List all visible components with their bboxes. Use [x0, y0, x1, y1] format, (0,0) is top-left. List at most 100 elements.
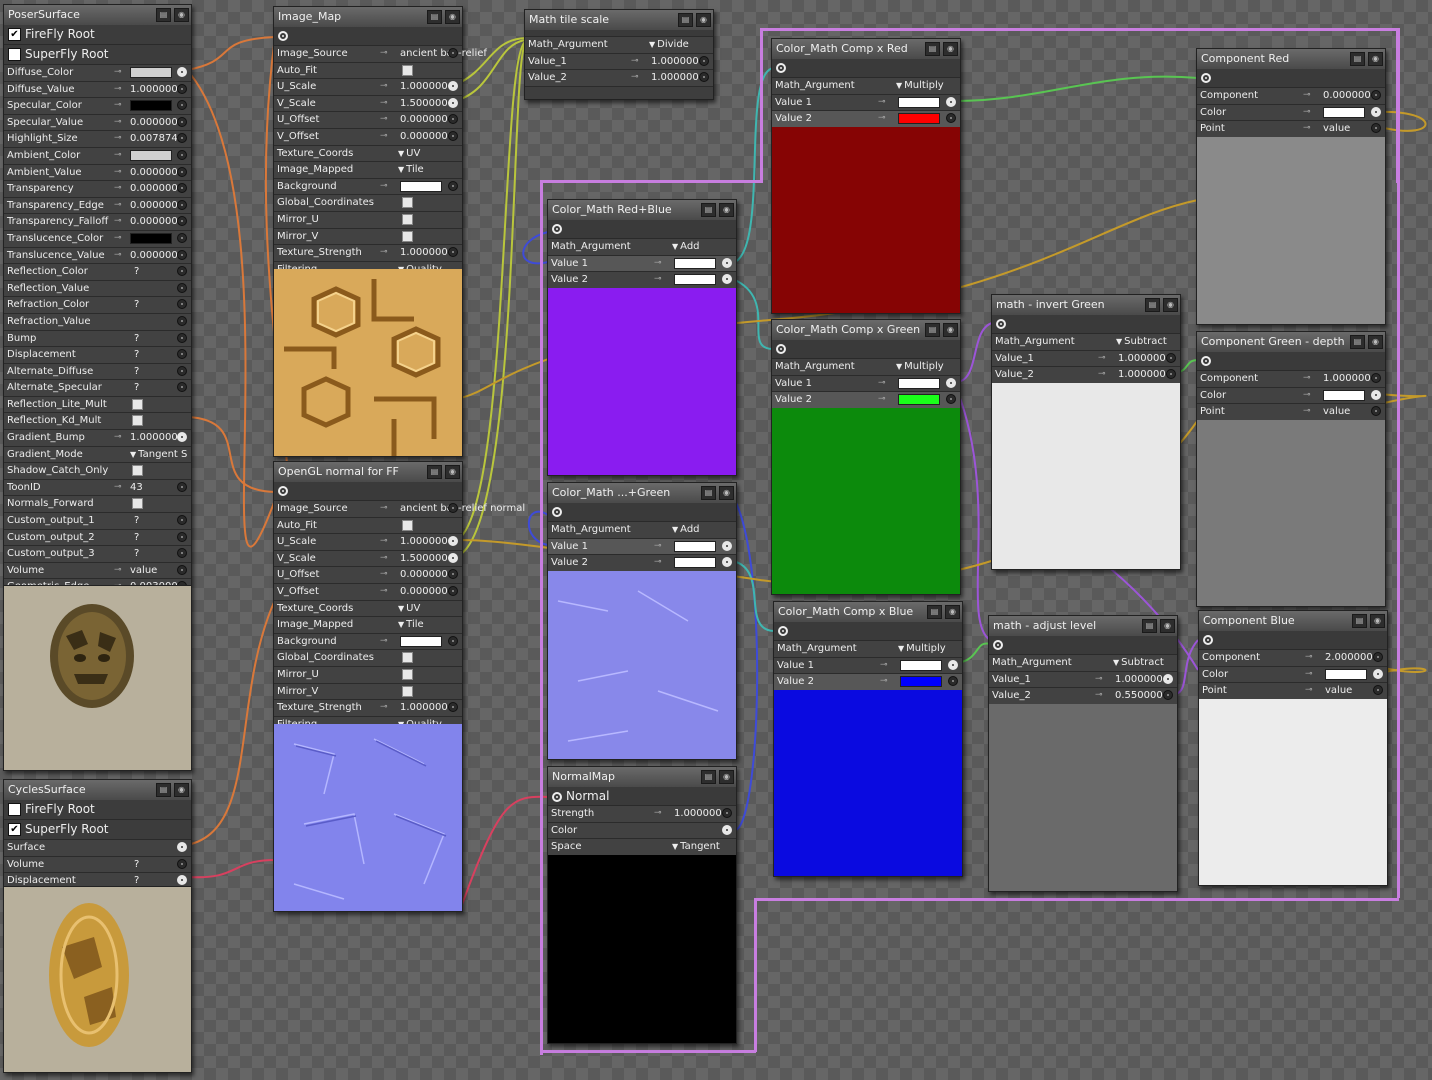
param-value[interactable]: ? [134, 364, 139, 380]
output-plug-icon[interactable] [776, 344, 786, 354]
key-icon[interactable]: ⊸ [380, 584, 388, 600]
output-plug-icon[interactable] [278, 486, 288, 496]
output-plug-row[interactable] [274, 27, 462, 46]
preview-toggle-icon[interactable]: ◉ [943, 323, 958, 337]
param-value[interactable]: 1.000000 [1115, 672, 1163, 688]
input-plug-icon[interactable] [448, 552, 458, 563]
key-icon[interactable]: ⊸ [114, 115, 122, 131]
param-value[interactable]: ? [134, 347, 139, 363]
param-value[interactable]: 1.500000 [400, 96, 448, 112]
key-icon[interactable]: ⊸ [114, 563, 122, 579]
key-icon[interactable]: ⊸ [1303, 388, 1311, 404]
key-icon[interactable]: ⊸ [880, 658, 888, 674]
preview-toggle-icon[interactable]: ◉ [719, 486, 734, 500]
collapse-icon[interactable]: ▤ [1142, 619, 1157, 633]
dropdown-select[interactable]: Multiply [896, 78, 944, 94]
key-icon[interactable]: ⊸ [1305, 650, 1313, 666]
param-row[interactable]: U_Offset ⊸ 0.000000 [274, 112, 462, 129]
param-row[interactable]: Math_Argument Multiply [772, 78, 960, 95]
param-row[interactable]: Volume? [4, 856, 191, 874]
param-value[interactable]: 2.000000 [1325, 650, 1373, 666]
param-value[interactable]: 0.000000 [400, 584, 448, 600]
checkbox[interactable] [402, 230, 413, 242]
input-plug-icon[interactable] [177, 382, 187, 393]
input-plug-icon[interactable] [1371, 90, 1381, 100]
input-plug-icon[interactable] [1371, 373, 1381, 383]
checkbox[interactable] [402, 652, 413, 664]
node-title[interactable]: Component Green - depth ▤ ◉ [1197, 332, 1385, 352]
preview-toggle-icon[interactable]: ◉ [945, 605, 960, 619]
param-value[interactable]: value [1325, 683, 1352, 699]
input-plug-icon[interactable] [448, 702, 458, 713]
output-plug-icon[interactable] [1203, 635, 1213, 645]
preview-toggle-icon[interactable]: ◉ [696, 13, 711, 27]
color-swatch[interactable] [898, 96, 940, 108]
input-plug-icon[interactable] [177, 133, 187, 144]
dropdown-select[interactable]: UV [398, 601, 420, 617]
param-row[interactable]: Gradient_Mode Tangent S [4, 446, 191, 464]
opengl-normal-node[interactable]: OpenGL normal for FF ▤ ◉ Image_Source ⊸ anc… [273, 461, 525, 912]
param-value[interactable]: value [1323, 404, 1350, 420]
param-value[interactable]: ? [134, 297, 139, 313]
param-row[interactable]: Image_Source ⊸ ancient bas-relief [274, 46, 487, 63]
input-plug-icon[interactable] [177, 432, 187, 443]
input-plug-icon[interactable] [1166, 352, 1176, 363]
key-icon[interactable]: ⊸ [878, 95, 886, 111]
param-row[interactable]: Image_Mapped Tile [274, 162, 462, 179]
output-plug-icon[interactable] [1201, 73, 1211, 83]
param-row[interactable]: Math_Argument Add [548, 522, 736, 539]
collapse-icon[interactable]: ▤ [1350, 52, 1365, 66]
input-plug-icon[interactable] [177, 232, 187, 243]
param-value[interactable]: 0.000000 [400, 129, 448, 145]
param-row[interactable]: Math_Argument Divide [525, 37, 713, 54]
key-icon[interactable]: ⊸ [1303, 105, 1311, 121]
input-plug-icon[interactable] [177, 564, 187, 575]
param-row[interactable]: Value_1 ⊸ 1.000000 [992, 350, 1180, 368]
param-value[interactable]: 1.000000 [1118, 367, 1166, 383]
dropdown-select[interactable]: Subtract [1116, 334, 1167, 350]
checkbox[interactable] [402, 685, 413, 697]
param-row[interactable]: Component ⊸ 2.000000 [1199, 650, 1387, 667]
param-row[interactable]: Translucence_Color ⊸ [4, 230, 191, 248]
param-row[interactable]: Math_Argument Subtract [989, 655, 1177, 672]
cycles-surface-node[interactable]: CyclesSurface ▤ ◉ FireFly Root ✔ SuperFly … [3, 779, 192, 1073]
param-row[interactable]: Global_Coordinates [274, 195, 462, 212]
input-plug-icon[interactable] [177, 116, 187, 127]
color-swatch[interactable] [1323, 106, 1365, 118]
checkbox[interactable] [402, 64, 413, 76]
node-title[interactable]: Math tile scale ▤ ◉ [525, 10, 713, 30]
param-row[interactable]: Auto_Fit [274, 62, 462, 80]
param-row[interactable]: Ambient_Value ⊸ 0.000000 [4, 164, 191, 182]
param-row[interactable]: Value 2 ⊸ [772, 111, 960, 128]
node-title[interactable]: math - adjust level ▤ ◉ [989, 616, 1177, 636]
param-row[interactable]: Translucence_Value ⊸ 0.000000 [4, 247, 191, 265]
preview-toggle-icon[interactable]: ◉ [174, 8, 189, 22]
input-plug-icon[interactable] [1373, 652, 1383, 662]
key-icon[interactable]: ⊸ [1303, 121, 1311, 137]
input-plug-icon[interactable] [1373, 668, 1383, 679]
param-row[interactable]: Value 2 ⊸ [548, 555, 736, 572]
dropdown-select[interactable]: Tile [398, 617, 424, 633]
param-value[interactable]: ancient bas-relief normal [400, 501, 525, 517]
param-value[interactable]: 1.000000 [1323, 371, 1371, 387]
firefly-root-option[interactable]: FireFly Root [4, 800, 191, 820]
key-icon[interactable]: ⊸ [380, 179, 388, 195]
param-row[interactable]: Value_2 ⊸ 1.000000 [992, 367, 1180, 384]
param-value[interactable]: ? [134, 513, 139, 529]
key-icon[interactable]: ⊸ [380, 551, 388, 567]
key-icon[interactable]: ⊸ [1305, 667, 1313, 683]
key-icon[interactable]: ⊸ [114, 248, 122, 264]
param-value[interactable]: 0.550000 [1115, 688, 1163, 704]
collapse-icon[interactable]: ▤ [427, 465, 442, 479]
param-value[interactable]: 0.000000 [130, 115, 178, 131]
node-title[interactable]: Image_Map ▤ ◉ [274, 7, 462, 27]
param-value[interactable]: ? [134, 380, 139, 396]
input-plug-icon[interactable] [177, 299, 187, 310]
color-swatch[interactable] [674, 274, 716, 286]
color-math-comp-green-node[interactable]: Color_Math Comp x Green ▤ ◉ Math_Argument… [771, 319, 961, 595]
param-row[interactable]: Normals_Forward [4, 496, 191, 514]
dropdown-select[interactable]: Tangent S [130, 447, 187, 463]
param-value[interactable]: value [130, 563, 157, 579]
input-plug-icon[interactable] [448, 48, 458, 58]
color-math-red-blue-node[interactable]: Color_Math Red+Blue ▤◉ Math_ArgumentAddV… [547, 199, 737, 476]
